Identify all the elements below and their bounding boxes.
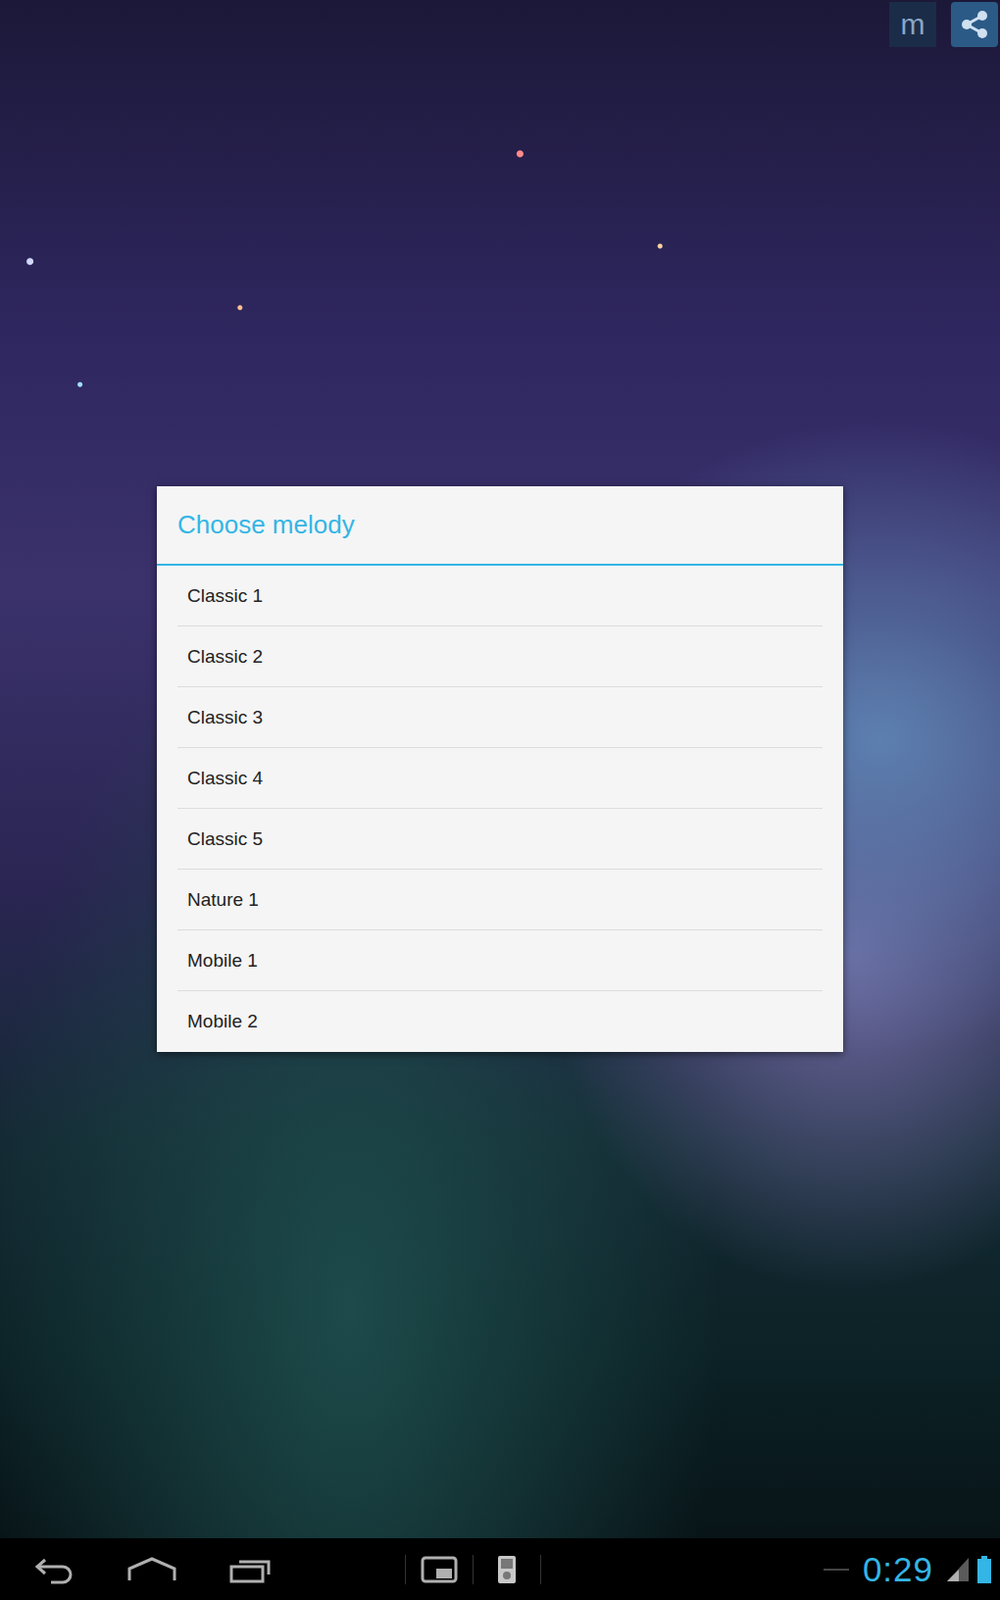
window-icon xyxy=(420,1554,458,1585)
melody-item[interactable]: Nature 1 xyxy=(177,869,823,931)
dialog-title: Choose melody xyxy=(156,486,844,566)
melody-item[interactable]: Mobile 1 xyxy=(177,930,823,992)
back-icon xyxy=(29,1554,77,1585)
screenshot-button[interactable] xyxy=(411,1554,467,1585)
back-button[interactable] xyxy=(26,1554,80,1585)
status-area: 0:29 xyxy=(823,1550,993,1590)
menu-button[interactable]: m xyxy=(889,1,937,48)
melody-item[interactable]: Classic 1 xyxy=(177,565,823,627)
wallpaper: mChoose melodyClassic 1Classic 2Classic … xyxy=(0,0,1000,1539)
clock: 0:29 xyxy=(862,1550,934,1590)
extra-buttons xyxy=(404,1553,542,1586)
android-screen: mChoose melodyClassic 1Classic 2Classic … xyxy=(0,0,1000,1600)
separator xyxy=(540,1554,542,1585)
home-icon xyxy=(125,1554,179,1585)
top-actions: m xyxy=(889,1,999,48)
device-button[interactable] xyxy=(479,1553,535,1586)
share-button[interactable] xyxy=(950,1,999,48)
melody-item[interactable]: Classic 4 xyxy=(177,748,823,809)
navigation-bar: 0:29 xyxy=(0,1538,1000,1600)
home-button[interactable] xyxy=(125,1554,179,1585)
signal-icon xyxy=(945,1555,971,1584)
recents-button[interactable] xyxy=(224,1554,278,1585)
melody-item[interactable]: Mobile 2 xyxy=(177,991,823,1052)
battery-icon xyxy=(976,1554,993,1585)
melody-item[interactable]: Classic 2 xyxy=(177,626,823,688)
melody-dialog: Choose melodyClassic 1Classic 2Classic 3… xyxy=(156,486,844,1052)
share-icon xyxy=(957,7,992,42)
melody-list: Classic 1Classic 2Classic 3Classic 4Clas… xyxy=(156,565,844,1052)
separator xyxy=(472,1554,474,1585)
notification-dash xyxy=(823,1568,850,1571)
melody-item[interactable]: Classic 3 xyxy=(177,687,823,749)
recents-icon xyxy=(227,1554,275,1585)
phone-icon xyxy=(496,1553,518,1586)
separator xyxy=(404,1554,406,1585)
melody-item[interactable]: Classic 5 xyxy=(177,808,823,870)
